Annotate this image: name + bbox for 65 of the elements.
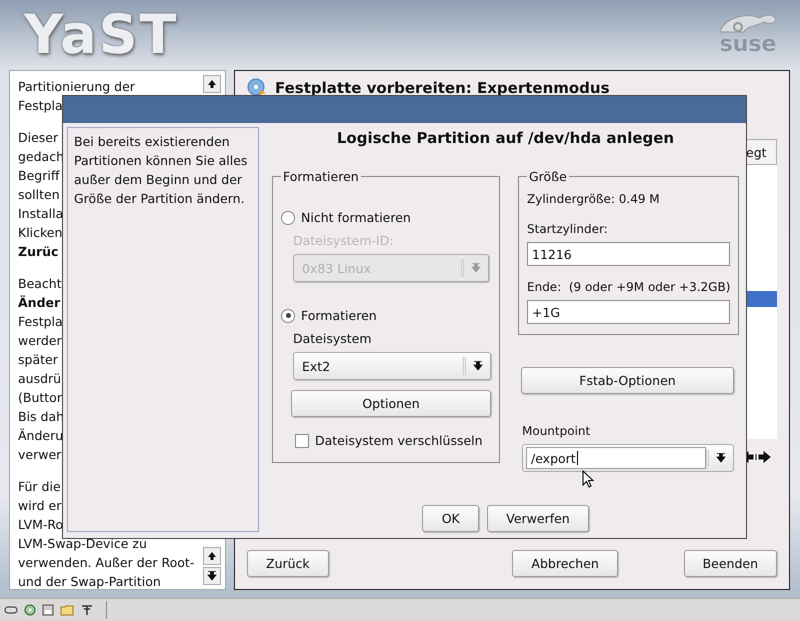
help-text-line: verwenden. Außer der Root- bbox=[18, 554, 194, 572]
floppy-icon[interactable] bbox=[42, 604, 54, 616]
mouse-pointer-icon bbox=[582, 470, 594, 488]
group-title: Größe bbox=[528, 169, 568, 184]
help-text-line: LVM-Swap-Device zu bbox=[18, 535, 147, 553]
scroll-down-button[interactable] bbox=[203, 567, 221, 585]
field-label: Dateisystem bbox=[293, 331, 373, 346]
help-text-line: Klicken bbox=[18, 224, 62, 242]
field-label: Startzylinder: bbox=[527, 222, 609, 236]
end-field[interactable]: +1G bbox=[527, 300, 730, 324]
main-title: Festplatte vorbereiten: Expertenmodus bbox=[275, 79, 610, 97]
help-text-line: Installa bbox=[18, 205, 64, 223]
dialog-button[interactable]: OK bbox=[422, 505, 480, 532]
help-text-line: Änderu bbox=[18, 427, 64, 445]
arrow-up-icon bbox=[207, 551, 217, 561]
drive-icon[interactable] bbox=[4, 605, 18, 615]
fstab-options-button[interactable]: Fstab-Optionen bbox=[521, 367, 734, 394]
wizard-button[interactable]: Beenden bbox=[684, 550, 777, 577]
yast-logo: YaST bbox=[24, 6, 178, 64]
scroll-up-button[interactable] bbox=[203, 75, 221, 93]
arrow-down-icon bbox=[471, 263, 481, 273]
field-label: Mountpoint bbox=[522, 424, 592, 438]
arrow-up-icon bbox=[207, 79, 217, 89]
help-text-line: Zurüc bbox=[18, 243, 58, 261]
help-text-line: Beacht bbox=[18, 275, 62, 293]
dialog-help-text: Bei bereits existierenden Partitionen können Sie alles außer dem Beginn und der Größe der Partition ändern. bbox=[67, 127, 259, 532]
group-title: Formatieren bbox=[282, 169, 360, 184]
filesystem-dropdown[interactable]: Ext2 bbox=[293, 352, 491, 380]
help-text-line: Festpla bbox=[18, 97, 63, 115]
help-text-line: sollten bbox=[18, 186, 60, 204]
help-text-line: verwer bbox=[18, 446, 62, 464]
scroll-up-button[interactable] bbox=[203, 547, 221, 565]
suse-logo: suse bbox=[716, 12, 780, 56]
options-button[interactable]: Optionen bbox=[291, 390, 491, 417]
help-text-line: wird er bbox=[18, 497, 62, 515]
help-text-line: später bbox=[18, 351, 58, 369]
help-text-line: Dieser bbox=[18, 129, 58, 147]
help-text-line: ausdrü bbox=[18, 370, 62, 388]
arrow-down-icon bbox=[716, 453, 726, 463]
wizard-button[interactable]: Zurück bbox=[247, 550, 329, 577]
arrow-down-icon bbox=[473, 361, 483, 371]
help-text-line: und der Swap-Partition bbox=[18, 573, 161, 589]
help-text-line: (Buttor bbox=[18, 389, 62, 407]
help-text-line: gedach bbox=[18, 148, 64, 166]
help-text-line: LVM-Ro bbox=[18, 516, 64, 534]
arrow-down-icon bbox=[207, 571, 217, 581]
network-plug-icon[interactable] bbox=[80, 604, 94, 616]
help-text-line: werder bbox=[18, 332, 62, 350]
field-label: Ende: (9 oder +9M oder +3.2GB) bbox=[527, 280, 730, 294]
cylinder-size-text: Zylindergröße: 0.49 M bbox=[527, 192, 661, 206]
encrypt-checkbox[interactable]: Dateisystem verschlüsseln bbox=[295, 433, 491, 448]
start-cylinder-field[interactable]: 11216 bbox=[527, 242, 730, 266]
dialog-button[interactable]: Verwerfen bbox=[487, 505, 589, 532]
folder-icon[interactable] bbox=[60, 604, 74, 616]
help-text-line: Änder bbox=[18, 294, 60, 312]
help-text-line: Für die bbox=[18, 478, 61, 496]
format-radio[interactable]: Formatieren bbox=[281, 308, 491, 323]
help-text-line: Begriff bbox=[18, 167, 60, 185]
cd-icon[interactable] bbox=[24, 604, 36, 616]
dialog-heading: Logische Partition auf /dev/hda anlegen bbox=[336, 129, 674, 149]
disk-icon bbox=[247, 78, 267, 98]
help-text-line: Festpla bbox=[18, 313, 63, 331]
wizard-button[interactable]: Abbrechen bbox=[512, 550, 618, 577]
help-text-line: Partitionierung der bbox=[18, 78, 135, 96]
mountpoint-combobox[interactable]: /export bbox=[522, 444, 734, 472]
